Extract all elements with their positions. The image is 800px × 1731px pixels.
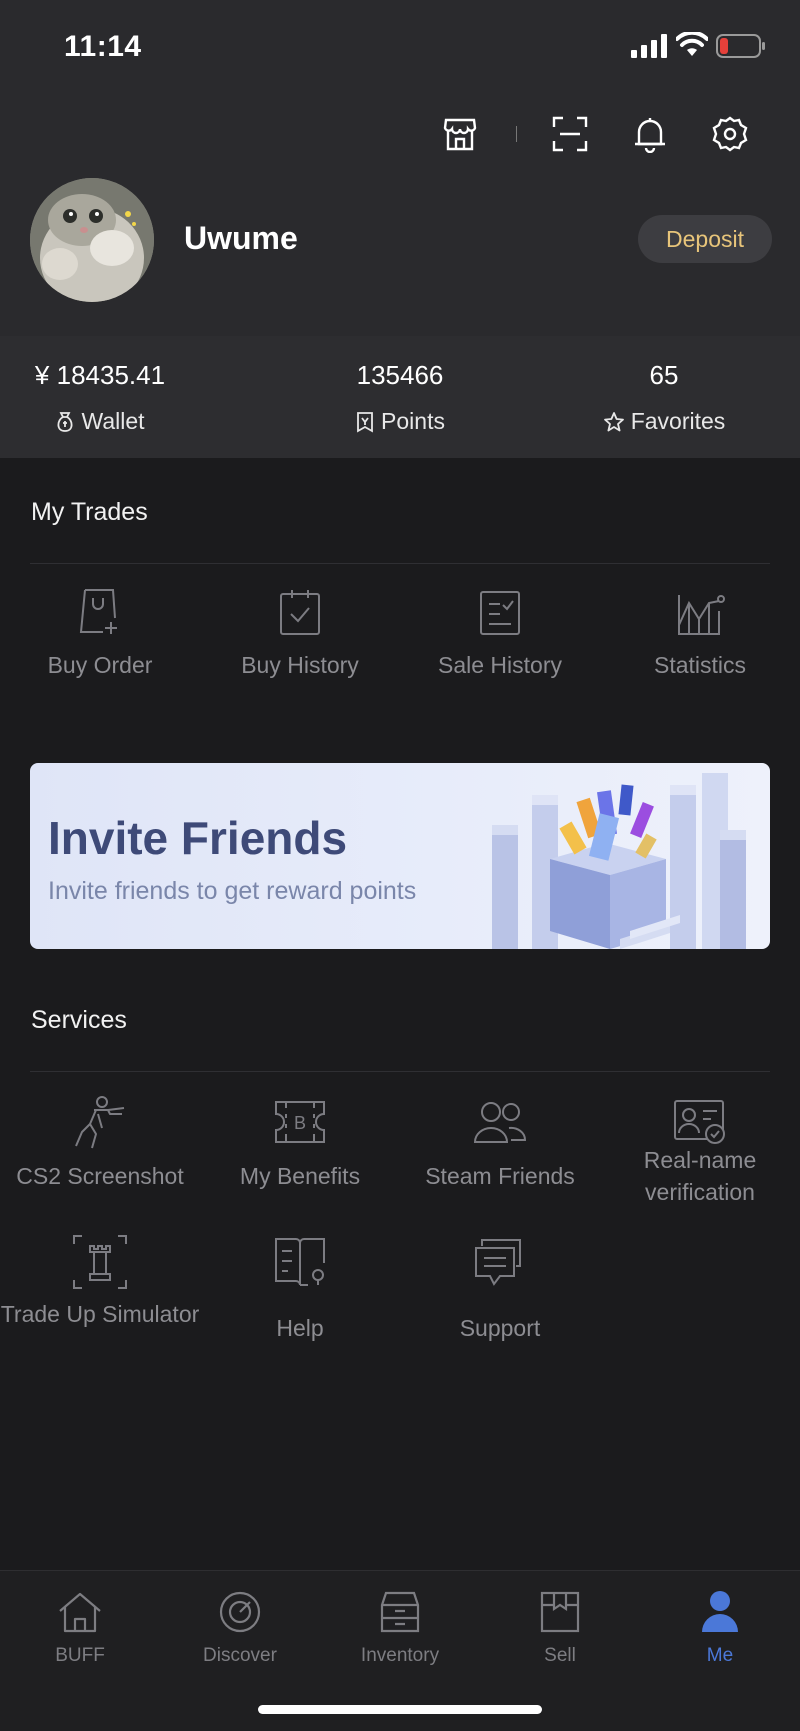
buy-order-label: Buy Order bbox=[47, 652, 153, 678]
tab-buff-label: BUFF bbox=[55, 1645, 105, 1666]
buy-history-label: Buy History bbox=[241, 652, 359, 678]
home-icon bbox=[59, 1592, 101, 1633]
real-name-verification-button[interactable]: Real-name verification bbox=[600, 1094, 800, 1208]
buy-history-icon bbox=[280, 590, 320, 635]
banner-subtitle: Invite friends to get reward points bbox=[48, 877, 417, 905]
trade-up-simulator-button[interactable]: Trade Up Simulator bbox=[0, 1234, 200, 1330]
gift-box-illustration bbox=[492, 773, 746, 949]
settings-icon[interactable] bbox=[708, 112, 752, 156]
points-icon bbox=[357, 411, 373, 433]
battery-icon bbox=[716, 34, 765, 58]
steam-friends-label: Steam Friends bbox=[425, 1163, 575, 1189]
banner-title: Invite Friends bbox=[48, 812, 348, 864]
tab-sell-label: Sell bbox=[544, 1645, 576, 1666]
deposit-button[interactable]: Deposit bbox=[638, 215, 772, 263]
stats-bar: ¥ 18435.41 Wallet 135466 Points 65 Favor… bbox=[0, 336, 800, 458]
wifi-icon bbox=[676, 32, 708, 56]
user-icon bbox=[702, 1591, 738, 1632]
top-actions bbox=[0, 112, 800, 160]
help-book-icon bbox=[275, 1238, 325, 1286]
sale-history-icon bbox=[480, 591, 520, 635]
ticket-icon: B bbox=[275, 1101, 325, 1143]
store-icon[interactable] bbox=[438, 112, 482, 156]
divider bbox=[516, 126, 517, 142]
id-card-icon bbox=[674, 1100, 725, 1144]
chat-icon bbox=[475, 1239, 521, 1286]
tab-inventory-label: Inventory bbox=[360, 1645, 440, 1666]
tab-me[interactable]: Me bbox=[640, 1589, 800, 1667]
statistics-button[interactable]: Statistics bbox=[600, 585, 800, 681]
star-icon bbox=[603, 411, 624, 431]
svg-text:B: B bbox=[294, 1113, 306, 1133]
soldier-icon bbox=[75, 1096, 125, 1149]
status-bar: 11:14 bbox=[0, 0, 800, 96]
wallet-value: ¥ 18435.41 bbox=[34, 360, 166, 390]
my-benefits-button[interactable]: B My Benefits bbox=[200, 1094, 400, 1192]
divider bbox=[30, 563, 770, 564]
cs2-screenshot-button[interactable]: CS2 Screenshot bbox=[0, 1094, 200, 1192]
tab-inventory[interactable]: Inventory bbox=[320, 1589, 480, 1667]
services-title: Services bbox=[31, 1006, 127, 1034]
support-label: Support bbox=[459, 1315, 541, 1341]
wallet-label: Wallet bbox=[81, 408, 145, 434]
buy-order-button[interactable]: Buy Order bbox=[0, 585, 200, 681]
signal-icon bbox=[631, 34, 667, 58]
friends-icon bbox=[473, 1102, 527, 1143]
points-value: 135466 bbox=[356, 360, 444, 390]
my-benefits-label: My Benefits bbox=[239, 1163, 361, 1189]
steam-friends-button[interactable]: Steam Friends bbox=[400, 1094, 600, 1192]
tab-discover[interactable]: Discover bbox=[160, 1589, 320, 1667]
sale-history-button[interactable]: Sale History bbox=[400, 585, 600, 681]
invite-friends-banner[interactable]: Invite Friends Invite friends to get rew… bbox=[30, 763, 770, 949]
favorites-value: 65 bbox=[649, 360, 679, 390]
support-button[interactable]: Support bbox=[400, 1234, 600, 1344]
tab-me-label: Me bbox=[706, 1645, 734, 1666]
my-trades-title: My Trades bbox=[31, 498, 148, 526]
status-time: 11:14 bbox=[64, 30, 142, 63]
tab-buff[interactable]: BUFF bbox=[0, 1589, 160, 1667]
buy-history-button[interactable]: Buy History bbox=[200, 585, 400, 681]
divider bbox=[30, 1071, 770, 1072]
stat-points[interactable]: 135466 Points bbox=[280, 360, 520, 435]
cat-avatar-image bbox=[30, 178, 154, 302]
help-label: Help bbox=[276, 1315, 324, 1341]
avatar[interactable] bbox=[30, 178, 154, 302]
bell-icon[interactable] bbox=[628, 112, 672, 156]
trade-up-simulator-label: Trade Up Simulator bbox=[0, 1301, 200, 1327]
stat-wallet[interactable]: ¥ 18435.41 Wallet bbox=[0, 360, 220, 435]
real-name-verification-label: Real-name verification bbox=[643, 1147, 757, 1205]
wallet-icon bbox=[57, 411, 73, 432]
statistics-label: Statistics bbox=[653, 652, 747, 678]
favorites-label: Favorites bbox=[630, 408, 726, 434]
scan-icon[interactable] bbox=[548, 112, 592, 156]
points-label: Points bbox=[381, 408, 445, 434]
username: Uwume bbox=[184, 220, 298, 256]
stat-favorites[interactable]: 65 Favorites bbox=[544, 360, 784, 435]
help-button[interactable]: Help bbox=[200, 1234, 400, 1344]
tab-discover-label: Discover bbox=[203, 1645, 277, 1666]
sell-box-icon bbox=[540, 1591, 580, 1633]
chess-rook-icon bbox=[73, 1235, 127, 1289]
sale-history-label: Sale History bbox=[438, 652, 562, 678]
cs2-screenshot-label: CS2 Screenshot bbox=[16, 1163, 184, 1189]
tab-sell[interactable]: Sell bbox=[480, 1589, 640, 1667]
statistics-icon bbox=[678, 595, 725, 635]
compass-icon bbox=[219, 1591, 261, 1633]
home-indicator bbox=[258, 1705, 542, 1714]
buy-order-icon bbox=[79, 589, 117, 634]
inventory-icon bbox=[380, 1591, 420, 1633]
